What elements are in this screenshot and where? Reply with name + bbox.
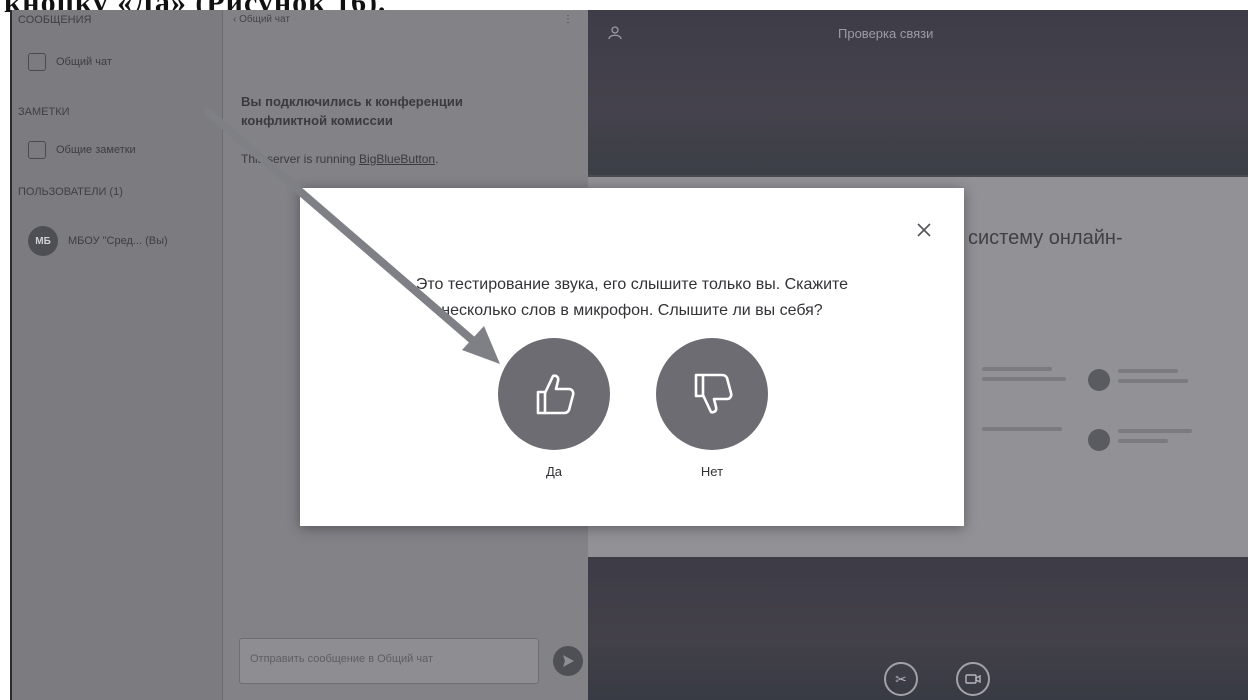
- send-icon: [563, 655, 574, 667]
- public-chat-label: Общий чат: [56, 56, 112, 68]
- slide-bullet-icon: [1088, 369, 1110, 391]
- chat-message-input[interactable]: Отправить сообщение в Общий чат: [239, 638, 539, 684]
- audio-test-dialog: Это тестирование звука, его слышите толь…: [300, 188, 964, 526]
- yes-label: Да: [545, 464, 563, 479]
- mute-button[interactable]: ✂: [884, 662, 918, 696]
- no-button-circle[interactable]: [656, 338, 768, 450]
- slide-text-line: [982, 427, 1062, 431]
- sidebar-item-public-chat[interactable]: Общий чат: [20, 46, 212, 78]
- close-button[interactable]: [912, 218, 936, 242]
- chat-icon: [28, 53, 46, 71]
- dialog-message-line-1: Это тестирование звука, его слышите толь…: [415, 276, 849, 293]
- server-suffix: .: [435, 152, 439, 166]
- user-name: МБОУ "Сред... (Вы): [68, 235, 168, 247]
- chat-back-link[interactable]: ‹ Общий чат: [233, 14, 290, 25]
- slide-heading: систему онлайн-: [968, 227, 1123, 249]
- camera-icon: [965, 674, 981, 684]
- slide-text-line: [982, 367, 1052, 371]
- slide-text-line: [1118, 439, 1168, 443]
- dialog-message-line-2: несколько слов в микрофон. Слышите ли вы…: [441, 302, 823, 319]
- camera-button[interactable]: [956, 662, 990, 696]
- welcome-message: Вы подключились к конференции конфликтно…: [241, 94, 463, 128]
- user-list-item[interactable]: МБ МБОУ "Сред... (Вы): [20, 222, 212, 260]
- no-button[interactable]: Нет: [654, 338, 770, 479]
- left-sidebar: СООБЩЕНИЯ Общий чат ЗАМЕТКИ Общие заметк…: [12, 10, 222, 700]
- server-link[interactable]: BigBlueButton: [359, 152, 435, 166]
- microphone-mute-icon: ✂: [895, 670, 907, 687]
- chat-header: ‹ Общий чат ⋮: [233, 14, 573, 25]
- video-area-bottom: [588, 557, 1248, 700]
- notes-icon: [28, 141, 46, 159]
- server-prefix: This server is running: [241, 152, 360, 166]
- server-message: This server is running BigBlueButton.: [241, 152, 438, 166]
- slide-text-line: [982, 377, 1066, 381]
- yes-button-circle[interactable]: [498, 338, 610, 450]
- yes-button[interactable]: Да: [496, 338, 612, 479]
- sidebar-item-shared-notes[interactable]: Общие заметки: [20, 134, 212, 166]
- slide-text-line: [1118, 429, 1192, 433]
- slide-text-line: [1118, 369, 1178, 373]
- shared-notes-label: Общие заметки: [56, 144, 136, 156]
- close-icon: [917, 223, 931, 237]
- slide-text-line: [1118, 379, 1188, 383]
- user-icon[interactable]: [608, 26, 622, 40]
- dialog-message: Это тестирование звука, его слышите толь…: [340, 272, 924, 324]
- avatar: МБ: [28, 226, 58, 256]
- meeting-title: Проверка связи: [838, 26, 934, 41]
- send-button[interactable]: [553, 646, 583, 676]
- slide-bullet-icon: [1088, 429, 1110, 451]
- thumbs-up-icon: [536, 374, 575, 415]
- thumbs-down-icon: [694, 373, 733, 414]
- users-heading: ПОЛЬЗОВАТЕЛИ (1): [18, 186, 123, 198]
- no-label: Нет: [700, 464, 724, 479]
- chat-menu-icon[interactable]: ⋮: [563, 14, 573, 25]
- messages-heading: СООБЩЕНИЯ: [18, 14, 92, 26]
- notes-heading: ЗАМЕТКИ: [18, 106, 70, 118]
